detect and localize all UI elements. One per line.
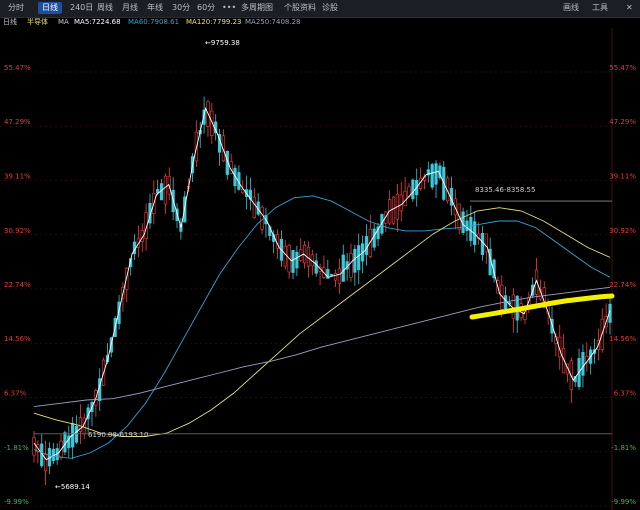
candle-body [480,232,485,255]
kline-chart: 55.47% 55.47% 47.29% 47.29% 39.11% 39.11% 30.9… [0,28,640,510]
y-tick-right: 6.37% [614,390,637,398]
y-tick-right: 30.92% [609,227,636,235]
candle-body [337,268,341,285]
candle-body [434,163,438,185]
y-tick-left: 14.56% [4,335,31,343]
y-tick-left: 39.11% [4,172,31,180]
y-tick-right: 14.56% [609,335,636,343]
y-tick-left: 30.92% [4,227,31,235]
candle-body [74,425,79,443]
y-tick-right: 47.29% [609,118,636,126]
moving-averages [33,106,611,461]
candle-body [399,194,403,212]
candle-body [372,228,376,248]
candle-body [465,220,469,231]
candle-body [353,248,357,273]
candle-body [306,246,311,267]
candle-body [295,251,299,269]
resist-annotation: 8335.46-8358.55 [475,186,535,194]
y-tick-right: 55.47% [609,64,636,72]
y-tick-right: -1.81% [611,444,636,452]
candle-body [430,164,434,188]
ma-line-ma60 [33,195,611,459]
candle-body [291,250,295,273]
candle-body [341,254,345,282]
y-tick-left: 6.37% [4,390,27,398]
candle-body [364,236,369,255]
candle-body [411,179,415,200]
ma-line-ma5 [33,106,611,461]
candlesticks [32,96,612,485]
y-tick-left: 22.74% [4,281,31,289]
y-tick-right: 22.74% [609,281,636,289]
candle-body [330,273,334,276]
support-annotation: 6190.08-6193.10 [88,431,148,439]
candle-body [63,432,67,453]
candle-body [469,216,473,241]
y-tick-right: 39.11% [609,172,636,180]
candle-body [391,196,396,224]
y-tick-left: 47.29% [4,118,31,126]
candle-body [484,233,488,253]
candle-body [357,245,361,271]
low-annotation: ←5689.14 [55,483,90,491]
candle-body [349,253,353,278]
y-tick-right: -9.99% [611,498,636,506]
candle-body [333,272,338,281]
candle-body [163,175,168,205]
candle-body [260,206,264,230]
candle-body [252,196,256,219]
candle-body [314,260,318,274]
candle-body [403,190,407,207]
y-tick-left: -1.81% [4,444,29,452]
candle-body [283,245,287,267]
candle-body [511,294,515,319]
candle-body [32,437,36,456]
y-tick-left: -9.99% [4,498,29,506]
y-tick-left: 55.47% [4,64,31,72]
high-annotation: ←9759.38 [205,39,240,47]
candle-body [581,352,585,376]
